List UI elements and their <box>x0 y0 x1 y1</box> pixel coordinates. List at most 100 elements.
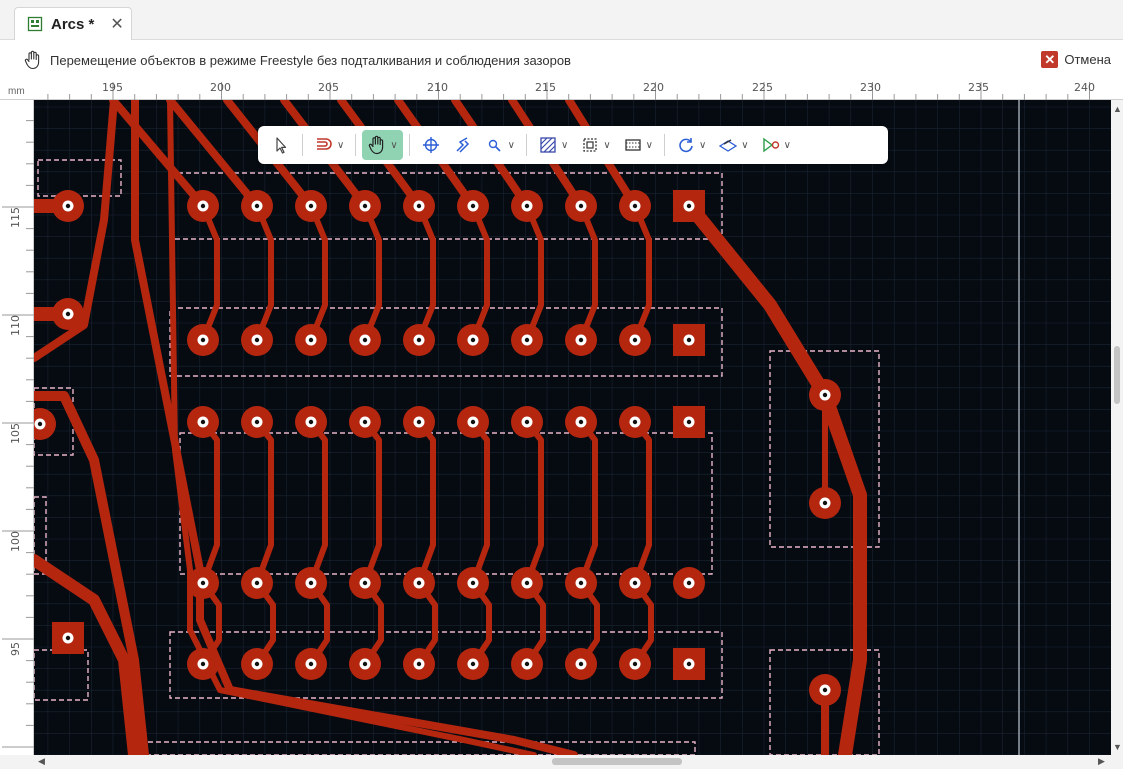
pad-drill <box>578 203 584 209</box>
run-drc-icon <box>761 135 781 155</box>
copper-trace <box>470 203 490 343</box>
pad-drill <box>254 419 260 425</box>
polygon-fill-icon <box>538 135 558 155</box>
pad-drill <box>822 687 828 693</box>
select-tool-button[interactable] <box>266 130 296 160</box>
pad-drill <box>362 580 368 586</box>
cancel-label: Отмена <box>1064 52 1111 67</box>
pad-drill <box>254 580 260 586</box>
layers-tool-button[interactable]: ∨ <box>713 130 753 160</box>
pad-drill <box>470 203 476 209</box>
pad-drill <box>254 337 260 343</box>
copper-trace <box>109 100 207 210</box>
copper-trace <box>470 419 490 586</box>
crosshair-tool-button[interactable] <box>416 130 446 160</box>
pad-drill <box>632 419 638 425</box>
mode-status-bar: Перемещение объектов в режиме Freestyle … <box>0 40 1123 80</box>
horizontal-scrollbar[interactable]: ◀ ▶ <box>34 755 1111 769</box>
chevron-down-icon: ∨ <box>645 139 653 151</box>
pad-drill <box>308 580 314 586</box>
vertical-scrollbar[interactable]: ▲ ▼ <box>1111 100 1123 755</box>
pcb-document-icon <box>27 16 43 32</box>
pad-drill <box>632 580 638 586</box>
chevron-down-icon: ∨ <box>390 139 398 151</box>
pad-drill <box>686 337 692 343</box>
pad-drill <box>416 203 422 209</box>
ruler-y-label: 95 <box>9 642 22 656</box>
copper-trace <box>632 203 652 343</box>
hand-move-icon <box>367 135 387 155</box>
pad-drill <box>65 311 71 317</box>
pad-drill <box>65 635 71 641</box>
pcb-editor-window: Arcs * ✕ Перемещение объектов в режиме F… <box>0 0 1123 769</box>
pad-drill <box>200 337 206 343</box>
ruler-x-label: 235 <box>968 81 989 94</box>
pad-drill <box>632 203 638 209</box>
copper-trace <box>362 419 382 586</box>
board-drawing[interactable] <box>34 100 1111 755</box>
pad-drill <box>686 580 692 586</box>
close-icon[interactable]: ✕ <box>110 14 123 34</box>
ruler-x-label: 225 <box>752 81 773 94</box>
ruler-x-label: 205 <box>318 81 339 94</box>
ruler-x-label: 210 <box>427 81 448 94</box>
toolbar-separator <box>408 134 410 156</box>
scroll-right-icon[interactable]: ▶ <box>1098 756 1105 767</box>
chevron-down-icon: ∨ <box>698 139 707 151</box>
copper-trace <box>416 419 436 586</box>
pad-drill <box>362 661 368 667</box>
chevron-down-icon: ∨ <box>337 139 345 151</box>
chevron-down-icon: ∨ <box>507 139 515 151</box>
pad-drill <box>200 661 206 667</box>
vertical-scroll-thumb[interactable] <box>1114 346 1120 404</box>
pad-drill <box>470 580 476 586</box>
crosshair-icon <box>421 135 441 155</box>
component-outline <box>139 741 696 755</box>
pad-drill <box>254 661 260 667</box>
inspect-icon <box>485 135 505 155</box>
chevron-down-icon: ∨ <box>603 139 611 151</box>
component-tool-button[interactable]: ∨ <box>575 130 615 160</box>
scroll-down-icon[interactable]: ▼ <box>1113 742 1122 752</box>
pad-drill <box>308 661 314 667</box>
scroll-left-icon[interactable]: ◀ <box>38 756 45 767</box>
pcb-canvas[interactable] <box>34 100 1111 755</box>
inspect-tool-button[interactable]: ∨ <box>480 130 520 160</box>
toolbar-separator <box>663 134 665 156</box>
copper-trace <box>524 419 544 586</box>
route-icon <box>314 135 334 155</box>
scroll-up-icon[interactable]: ▲ <box>1113 104 1122 114</box>
tab-strip: Arcs * ✕ <box>0 0 1123 40</box>
hand-icon <box>24 50 42 70</box>
pad-drill <box>578 337 584 343</box>
interactive-route-button[interactable] <box>448 130 478 160</box>
horizontal-scroll-thumb[interactable] <box>552 758 682 765</box>
cancel-button[interactable]: ✕ Отмена <box>1041 51 1111 68</box>
polygon-tool-button[interactable]: ∨ <box>533 130 573 160</box>
copper-trace <box>578 419 598 586</box>
move-tool-button[interactable]: ∨ <box>362 130 403 160</box>
pad-drill <box>37 421 43 427</box>
ruler-y-label: 110 <box>9 315 22 336</box>
package-tool-button[interactable]: ∨ <box>618 130 658 160</box>
pad-drill <box>632 337 638 343</box>
run-drc-button[interactable]: ∨ <box>756 130 796 160</box>
tab-arcs[interactable]: Arcs * ✕ <box>14 7 132 40</box>
copper-trace <box>308 203 328 343</box>
vertical-ruler: 115 110 105 100 95 <box>0 100 34 755</box>
chevron-down-icon: ∨ <box>741 139 749 151</box>
ruler-x-label: 195 <box>102 81 123 94</box>
pad-drill <box>578 661 584 667</box>
component-outline-icon <box>580 135 600 155</box>
chevron-down-icon: ∨ <box>783 139 791 151</box>
copper-trace <box>200 203 220 343</box>
close-icon: ✕ <box>1041 51 1059 68</box>
route-tool-button[interactable]: ∨ <box>309 130 349 160</box>
refresh-tool-button[interactable]: ∨ <box>671 130 711 160</box>
pad-drill <box>686 203 692 209</box>
status-text: Перемещение объектов в режиме Freestyle … <box>50 52 571 68</box>
copper-trace <box>632 419 652 586</box>
component-outline <box>34 649 89 701</box>
pad-drill <box>686 419 692 425</box>
pad-drill <box>200 203 206 209</box>
